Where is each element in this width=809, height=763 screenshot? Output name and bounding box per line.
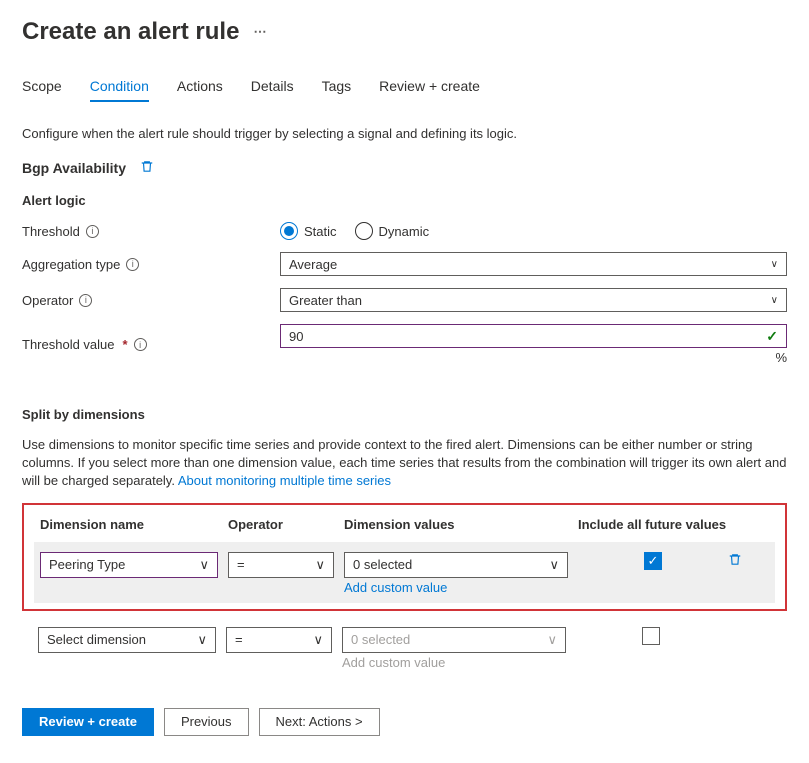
tab-review-create[interactable]: Review + create — [379, 74, 480, 102]
include-future-checkbox[interactable]: ✓ — [644, 552, 662, 570]
delete-signal-icon[interactable] — [140, 159, 154, 177]
required-indicator: * — [123, 337, 128, 352]
threshold-dynamic-radio[interactable]: Dynamic — [355, 222, 430, 240]
dimension-row: Select dimension ∨ = ∨ 0 selected ∨ Add … — [22, 617, 787, 678]
col-dimension-values: Dimension values — [344, 517, 578, 532]
radio-label-dynamic: Dynamic — [379, 224, 430, 239]
chevron-down-icon: ∨ — [315, 557, 325, 573]
tab-scope[interactable]: Scope — [22, 74, 62, 102]
dimension-values-select[interactable]: 0 selected ∨ — [344, 552, 568, 578]
aggregation-select[interactable]: Average ∨ — [280, 252, 787, 276]
dimensions-highlight-box: Dimension name Operator Dimension values… — [22, 503, 787, 611]
dimension-operator-select[interactable]: = ∨ — [226, 627, 332, 653]
chevron-down-icon: ∨ — [199, 557, 209, 573]
previous-button[interactable]: Previous — [164, 708, 249, 736]
aggregation-label: Aggregation type — [22, 257, 120, 272]
tab-bar: Scope Condition Actions Details Tags Rev… — [22, 74, 787, 102]
next-button[interactable]: Next: Actions > — [259, 708, 380, 736]
dimension-name-select[interactable]: Peering Type ∨ — [40, 552, 218, 578]
delete-dimension-icon[interactable] — [728, 552, 763, 570]
dimension-values-value: 0 selected — [351, 632, 410, 647]
dimensions-description: Use dimensions to monitor specific time … — [22, 436, 787, 491]
tab-actions[interactable]: Actions — [177, 74, 223, 102]
include-future-checkbox[interactable] — [642, 627, 660, 645]
dimension-name-select[interactable]: Select dimension ∨ — [38, 627, 216, 653]
dimension-values-select[interactable]: 0 selected ∨ — [342, 627, 566, 653]
dimension-values-value: 0 selected — [353, 557, 412, 572]
col-operator: Operator — [228, 517, 344, 532]
tab-details[interactable]: Details — [251, 74, 294, 102]
info-icon[interactable]: i — [126, 258, 139, 271]
dimension-operator-value: = — [235, 632, 243, 647]
more-icon[interactable]: ⋯ — [253, 24, 267, 40]
col-dimension-name: Dimension name — [40, 517, 228, 532]
aggregation-value: Average — [289, 257, 337, 272]
intro-text: Configure when the alert rule should tri… — [22, 126, 787, 141]
chevron-down-icon: ∨ — [547, 632, 557, 648]
chevron-down-icon: ∨ — [771, 295, 778, 306]
threshold-label: Threshold — [22, 224, 80, 239]
dimension-operator-value: = — [237, 557, 245, 572]
dimension-name-value: Peering Type — [49, 557, 125, 572]
col-include-future: Include all future values — [578, 517, 769, 532]
add-custom-value-link[interactable]: Add custom value — [344, 580, 568, 595]
valid-check-icon: ✓ — [766, 328, 778, 345]
dimensions-help-link[interactable]: About monitoring multiple time series — [178, 473, 391, 488]
dimension-row: Peering Type ∨ = ∨ 0 selected ∨ Add cust… — [34, 542, 775, 603]
dimension-operator-select[interactable]: = ∨ — [228, 552, 334, 578]
info-icon[interactable]: i — [134, 338, 147, 351]
operator-value: Greater than — [289, 293, 362, 308]
threshold-value-label: Threshold value — [22, 337, 115, 352]
chevron-down-icon: ∨ — [771, 259, 778, 270]
operator-select[interactable]: Greater than ∨ — [280, 288, 787, 312]
add-custom-value-link: Add custom value — [342, 655, 566, 670]
alert-logic-heading: Alert logic — [22, 193, 787, 208]
dimension-name-value: Select dimension — [47, 632, 146, 647]
operator-label: Operator — [22, 293, 73, 308]
signal-name: Bgp Availability — [22, 160, 126, 176]
threshold-unit: % — [280, 350, 787, 365]
threshold-static-radio[interactable]: Static — [280, 222, 337, 240]
threshold-value: 90 — [289, 329, 303, 344]
page-title: Create an alert rule — [22, 18, 239, 46]
threshold-value-input[interactable]: 90 ✓ — [280, 324, 787, 348]
radio-label-static: Static — [304, 224, 337, 239]
chevron-down-icon: ∨ — [549, 557, 559, 573]
chevron-down-icon: ∨ — [313, 632, 323, 648]
dimensions-heading: Split by dimensions — [22, 407, 787, 422]
review-create-button[interactable]: Review + create — [22, 708, 154, 736]
chevron-down-icon: ∨ — [197, 632, 207, 648]
info-icon[interactable]: i — [79, 294, 92, 307]
info-icon[interactable]: i — [86, 225, 99, 238]
tab-condition[interactable]: Condition — [90, 74, 149, 102]
tab-tags[interactable]: Tags — [322, 74, 352, 102]
